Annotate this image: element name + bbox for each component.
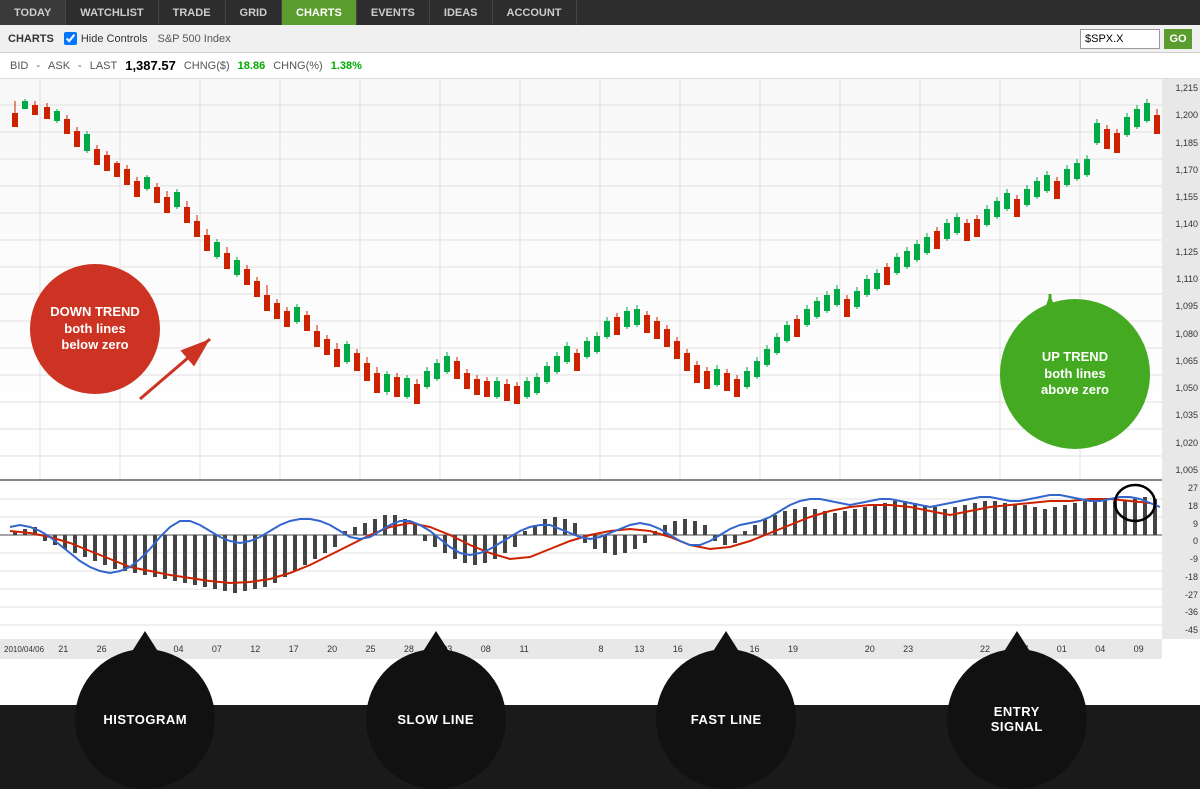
indicator-svg <box>0 481 1162 639</box>
down-trend-annotation: DOWN TRENDboth linesbelow zero <box>30 264 160 394</box>
x-label-22: 20 <box>851 644 889 654</box>
x-label-8: 20 <box>313 644 351 654</box>
fast-line-label: FAST LINE <box>656 649 796 789</box>
price-header: BID - ASK - LAST 1,387.57 CHNG($) 18.86 … <box>0 53 1200 79</box>
x-label-20: 19 <box>774 644 812 654</box>
x-label-9: 25 <box>351 644 389 654</box>
bottom-labels-container: HISTOGRAM SLOW LINE FAST LINE ENTRYSIGNA… <box>0 659 1162 784</box>
chng-pct-value: 1.38% <box>331 60 362 72</box>
x-label-16: 13 <box>620 644 658 654</box>
slow-line-label: SLOW LINE <box>366 649 506 789</box>
ind-neg9: -9 <box>1190 554 1198 564</box>
nav-bar: TODAY WATCHLIST TRADE GRID CHARTS EVENTS… <box>0 0 1200 25</box>
nav-events[interactable]: EVENTS <box>357 0 430 25</box>
x-label-27: 01 <box>1043 644 1081 654</box>
x-label-17: 16 <box>659 644 697 654</box>
price-1050: 1,050 <box>1175 383 1198 393</box>
ind-neg45: -45 <box>1185 625 1198 635</box>
hide-controls-label: Hide Controls <box>81 33 148 45</box>
price-axis: 1,215 1,200 1,185 1,170 1,155 1,140 1,12… <box>1162 79 1200 479</box>
chng-label: CHNG($) <box>184 60 230 72</box>
chng-value: 18.86 <box>238 60 266 72</box>
x-label-12: 08 <box>467 644 505 654</box>
ind-neg27: -27 <box>1185 590 1198 600</box>
search-bar: GO <box>1080 29 1192 49</box>
x-label-1: 21 <box>44 644 82 654</box>
last-value: 1,387.57 <box>125 58 176 73</box>
price-1170: 1,170 <box>1175 165 1198 175</box>
nav-charts[interactable]: CHARTS <box>282 0 357 25</box>
chart-container: 1,215 1,200 1,185 1,170 1,155 1,140 1,12… <box>0 79 1200 705</box>
price-1185: 1,185 <box>1175 138 1198 148</box>
entry-signal-text: ENTRYSIGNAL <box>991 704 1043 734</box>
x-label-23: 23 <box>889 644 927 654</box>
indicator-axis: 27 18 9 0 -9 -18 -27 -36 -45 <box>1162 479 1200 639</box>
ind-18: 18 <box>1188 501 1198 511</box>
price-1065: 1,065 <box>1175 356 1198 366</box>
histogram-text: HISTOGRAM <box>103 712 187 727</box>
price-1110: 1,110 <box>1176 274 1198 284</box>
nav-grid[interactable]: GRID <box>226 0 283 25</box>
price-1035: 1,035 <box>1175 410 1198 420</box>
nav-trade[interactable]: TRADE <box>159 0 226 25</box>
up-trend-text: UP TRENDboth linesabove zero <box>1027 335 1123 414</box>
price-1005: 1,005 <box>1175 465 1198 475</box>
ind-neg18: -18 <box>1185 572 1198 582</box>
price-1215: 1,215 <box>1175 83 1198 93</box>
up-trend-annotation: UP TRENDboth linesabove zero <box>1000 299 1150 449</box>
fast-line-text: FAST LINE <box>691 712 762 727</box>
ind-neg36: -36 <box>1185 607 1198 617</box>
x-label-29: 09 <box>1119 644 1157 654</box>
nav-today[interactable]: TODAY <box>0 0 66 25</box>
last-label: LAST <box>90 60 118 72</box>
indicator-chart <box>0 479 1162 639</box>
ask-label: ASK <box>48 60 70 72</box>
bid-label: BID <box>10 60 28 72</box>
charts-title: CHARTS <box>8 33 54 45</box>
price-1125: 1,125 <box>1175 247 1198 257</box>
ind-9: 9 <box>1193 519 1198 529</box>
nav-ideas[interactable]: IDEAS <box>430 0 493 25</box>
x-label-7: 17 <box>274 644 312 654</box>
symbol-input[interactable] <box>1080 29 1160 49</box>
ind-27: 27 <box>1188 483 1198 493</box>
histogram-label: HISTOGRAM <box>75 649 215 789</box>
x-label-0: 2010/04/06 <box>4 645 44 654</box>
price-1080: 1,080 <box>1175 329 1198 339</box>
nav-watchlist[interactable]: WATCHLIST <box>66 0 158 25</box>
x-label-28: 04 <box>1081 644 1119 654</box>
price-1095: 1,095 <box>1175 301 1198 311</box>
hide-controls-container: Hide Controls <box>64 32 148 45</box>
sub-header: CHARTS Hide Controls S&P 500 Index GO <box>0 25 1200 53</box>
candlestick-svg <box>0 79 1162 479</box>
go-button[interactable]: GO <box>1164 29 1192 49</box>
x-label-15: 8 <box>582 644 620 654</box>
price-1020: 1,020 <box>1175 438 1198 448</box>
x-label-6: 12 <box>236 644 274 654</box>
price-1155: 1,155 <box>1175 192 1198 202</box>
main-chart <box>0 79 1162 479</box>
nav-account[interactable]: ACCOUNT <box>493 0 577 25</box>
down-trend-text: DOWN TRENDboth linesbelow zero <box>40 294 150 365</box>
chng-pct-label: CHNG(%) <box>273 60 323 72</box>
hide-controls-checkbox[interactable] <box>64 32 77 45</box>
entry-signal-label: ENTRYSIGNAL <box>947 649 1087 789</box>
x-label-13: 11 <box>505 644 543 654</box>
price-1200: 1,200 <box>1175 110 1198 120</box>
ind-0: 0 <box>1193 536 1198 546</box>
slow-line-text: SLOW LINE <box>397 712 474 727</box>
x-label-2: 26 <box>82 644 120 654</box>
x-label-5: 07 <box>198 644 236 654</box>
index-label: S&P 500 Index <box>157 33 230 45</box>
price-1140: 1,140 <box>1175 219 1198 229</box>
